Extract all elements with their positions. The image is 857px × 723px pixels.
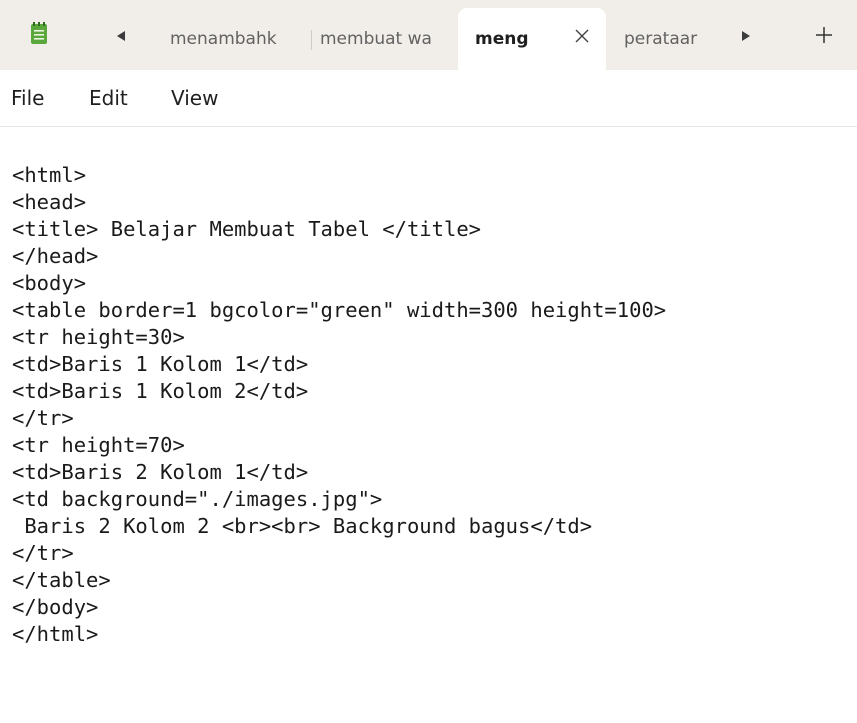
code-line: <title> Belajar Membuat Tabel </title> bbox=[12, 217, 481, 241]
tab-perataan[interactable]: perataar bbox=[624, 8, 709, 70]
plus-icon[interactable] bbox=[813, 24, 835, 46]
tab-label: menambahk bbox=[170, 29, 277, 49]
code-line: <td background="./images.jpg"> bbox=[12, 487, 383, 511]
tab-membuat[interactable]: membuat wa bbox=[320, 8, 452, 70]
code-line: <td>Baris 2 Kolom 1</td> bbox=[12, 460, 309, 484]
menu-view[interactable]: View bbox=[171, 86, 218, 110]
code-line: <tr height=70> bbox=[12, 433, 185, 457]
tab-label: membuat wa bbox=[320, 29, 432, 49]
code-line: </table> bbox=[12, 568, 111, 592]
menu-bar: File Edit View bbox=[0, 70, 857, 127]
notepad-icon bbox=[30, 21, 48, 45]
code-line: </body> bbox=[12, 595, 99, 619]
close-icon[interactable] bbox=[572, 26, 592, 46]
code-line: <td>Baris 1 Kolom 2</td> bbox=[12, 379, 309, 403]
caret-right-icon[interactable] bbox=[739, 28, 753, 42]
code-line: </tr> bbox=[12, 406, 74, 430]
caret-left-icon[interactable] bbox=[114, 28, 128, 42]
tab-label: perataar bbox=[624, 29, 698, 49]
notepad-window: menambahk membuat wa meng perataar File … bbox=[0, 0, 857, 723]
tab-active-meng[interactable]: meng bbox=[458, 8, 606, 70]
menu-file[interactable]: File bbox=[11, 86, 44, 110]
menu-edit[interactable]: Edit bbox=[89, 86, 128, 110]
tab-label: meng bbox=[475, 29, 529, 49]
text-editor[interactable]: <html> <head> <title> Belajar Membuat Ta… bbox=[0, 127, 857, 723]
code-line: <table border=1 bgcolor="green" width=30… bbox=[12, 298, 667, 322]
tab-bar: menambahk membuat wa meng perataar bbox=[0, 0, 857, 70]
tab-menambahkan[interactable]: menambahk bbox=[170, 8, 310, 70]
code-line: </head> bbox=[12, 244, 99, 268]
tab-separator bbox=[311, 30, 312, 50]
code-line: <td>Baris 1 Kolom 1</td> bbox=[12, 352, 309, 376]
code-line: <html> bbox=[12, 163, 87, 187]
code-line: Baris 2 Kolom 2 <br><br> Background bagu… bbox=[12, 514, 593, 538]
code-line: </tr> bbox=[12, 541, 74, 565]
code-line: </html> bbox=[12, 622, 99, 646]
code-line: <body> bbox=[12, 271, 87, 295]
code-line: <tr height=30> bbox=[12, 325, 185, 349]
code-line: <head> bbox=[12, 190, 87, 214]
